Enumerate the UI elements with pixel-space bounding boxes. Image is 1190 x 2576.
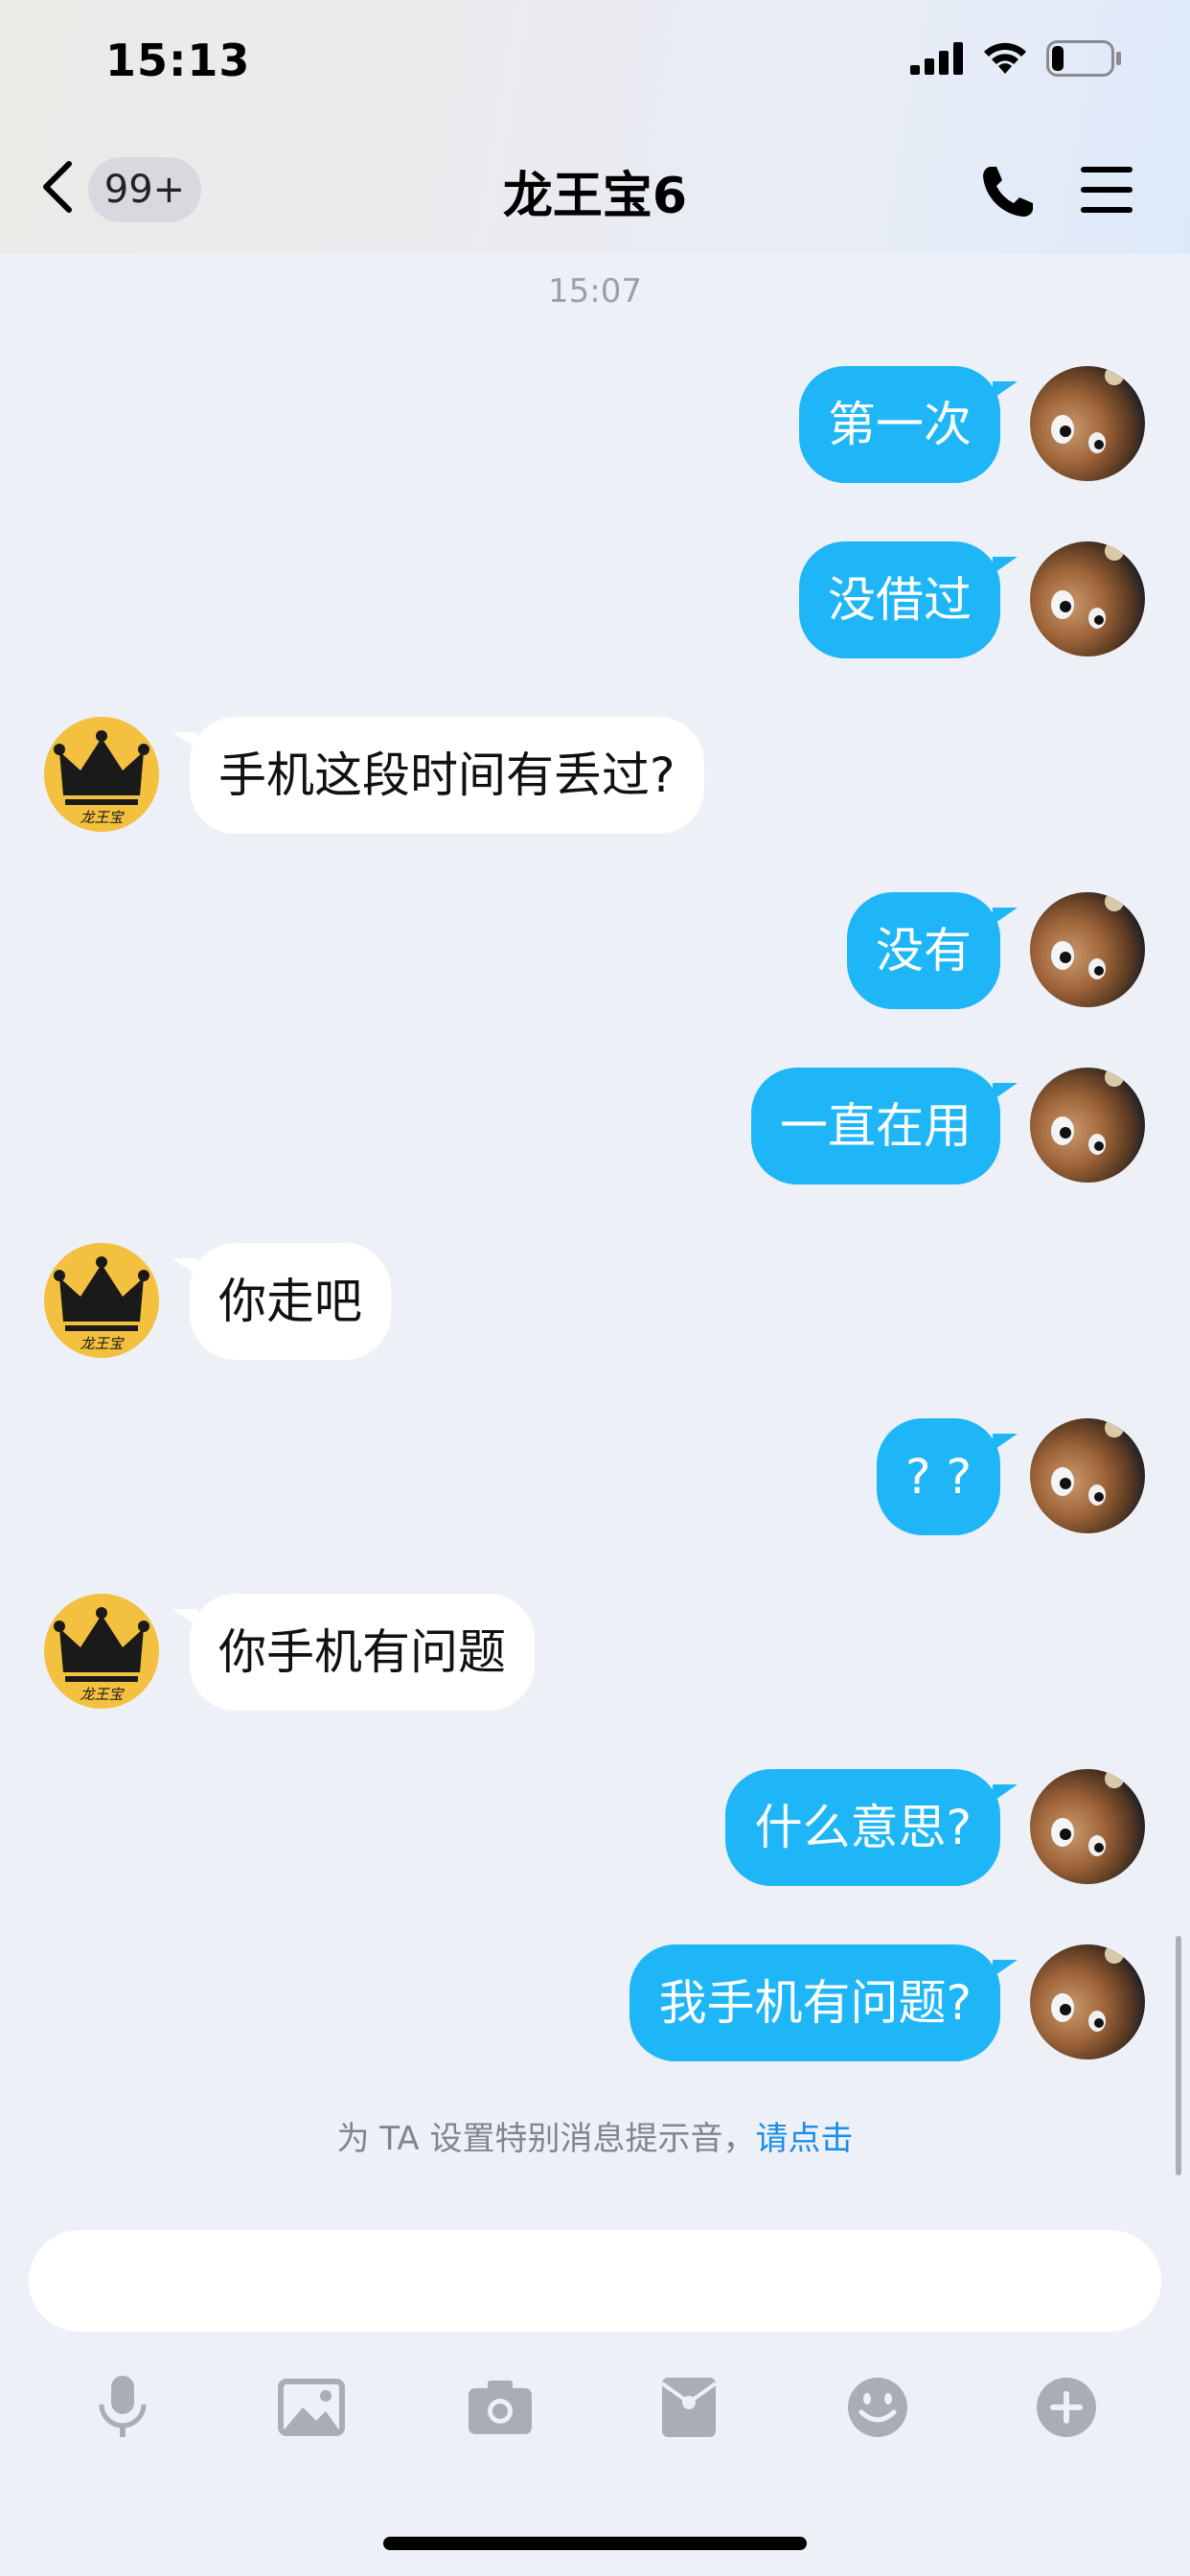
svg-text:龙王宝: 龙王宝	[80, 1686, 125, 1703]
message-row: 龙王宝 你走吧	[0, 1243, 1190, 1362]
emoji-icon	[848, 2378, 907, 2437]
my-avatar[interactable]	[1030, 892, 1145, 1007]
my-message-bubble[interactable]: 一直在用	[751, 1068, 1000, 1184]
plus-icon	[1037, 2378, 1096, 2437]
camera-button[interactable]	[462, 2369, 538, 2446]
contact-avatar[interactable]: 龙王宝	[44, 1243, 159, 1358]
my-message-bubble[interactable]: 没借过	[799, 541, 1000, 658]
plush-bear-photo	[1051, 541, 1124, 629]
my-avatar[interactable]	[1030, 541, 1145, 656]
contact-avatar[interactable]: 龙王宝	[44, 1594, 159, 1709]
my-message-bubble[interactable]: 什么意思?	[725, 1769, 1000, 1886]
plush-bear-photo	[1051, 1418, 1124, 1506]
message-row: 龙王宝 你手机有问题	[0, 1594, 1190, 1713]
message-row: 一直在用	[0, 1068, 1190, 1186]
hint-text: 为 TA 设置特别消息提示音，	[336, 2120, 756, 2158]
plush-bear-photo	[1051, 1769, 1124, 1856]
message-time-divider: 15:07	[548, 272, 642, 310]
svg-text:龙王宝: 龙王宝	[80, 809, 125, 826]
red-packet-icon	[660, 2378, 718, 2437]
plush-bear-photo	[1051, 892, 1124, 979]
message-row: 我手机有问题?	[0, 1944, 1190, 2063]
home-indicator	[383, 2537, 807, 2550]
message-row: 没借过	[0, 541, 1190, 660]
contact-message-bubble[interactable]: 手机这段时间有丢过?	[190, 717, 704, 834]
my-avatar[interactable]	[1030, 1418, 1145, 1533]
my-avatar[interactable]	[1030, 1769, 1145, 1884]
image-icon	[278, 2379, 345, 2436]
status-icons	[910, 40, 1123, 77]
contact-avatar[interactable]: 龙王宝	[44, 717, 159, 832]
plush-bear-photo	[1051, 1944, 1124, 2032]
plush-bear-photo	[1051, 1068, 1124, 1155]
my-avatar[interactable]	[1030, 1068, 1145, 1183]
camera-icon	[469, 2380, 532, 2434]
message-row: 第一次	[0, 366, 1190, 485]
hint-link[interactable]: 请点击	[756, 2120, 854, 2158]
plush-bear-photo	[1051, 366, 1124, 453]
crown-logo-icon: 龙王宝	[54, 1256, 149, 1352]
scrollbar[interactable]	[1176, 1936, 1181, 2175]
svg-text:龙王宝: 龙王宝	[80, 1335, 125, 1352]
notification-sound-hint: 为 TA 设置特别消息提示音，请点击	[0, 2112, 1190, 2159]
more-menu-button[interactable]	[1079, 165, 1134, 215]
message-row: 没有	[0, 892, 1190, 1011]
top-bar: 15:13 99+ 龙王宝6	[0, 0, 1190, 254]
message-input[interactable]	[29, 2230, 1161, 2332]
voice-call-button[interactable]	[977, 161, 1039, 222]
contact-message-bubble[interactable]: 你手机有问题	[190, 1594, 535, 1711]
my-message-bubble[interactable]: 没有	[847, 892, 1000, 1009]
my-message-bubble[interactable]: 我手机有问题?	[629, 1944, 1000, 2061]
message-row: 龙王宝 手机这段时间有丢过?	[0, 717, 1190, 836]
message-row: ? ?	[0, 1418, 1190, 1537]
message-row: 什么意思?	[0, 1769, 1190, 1888]
contact-message-bubble[interactable]: 你走吧	[190, 1243, 391, 1360]
image-button[interactable]	[273, 2369, 350, 2446]
my-avatar[interactable]	[1030, 1944, 1145, 2059]
my-message-bubble[interactable]: ? ?	[877, 1418, 1000, 1535]
battery-icon	[1046, 40, 1121, 77]
my-avatar[interactable]	[1030, 366, 1145, 481]
crown-logo-icon: 龙王宝	[54, 1607, 149, 1703]
crown-logo-icon: 龙王宝	[54, 730, 149, 826]
red-packet-button[interactable]	[651, 2369, 727, 2446]
my-message-bubble[interactable]: 第一次	[799, 366, 1000, 483]
cellular-signal-icon	[910, 42, 963, 75]
phone-icon	[983, 167, 1033, 217]
microphone-icon	[99, 2376, 147, 2437]
more-options-button[interactable]	[1028, 2369, 1105, 2446]
wifi-icon	[984, 42, 1026, 74]
emoji-button[interactable]	[839, 2369, 916, 2446]
hamburger-menu-icon	[1081, 167, 1133, 213]
voice-button[interactable]	[84, 2369, 161, 2446]
status-time: 15:13	[105, 34, 251, 86]
